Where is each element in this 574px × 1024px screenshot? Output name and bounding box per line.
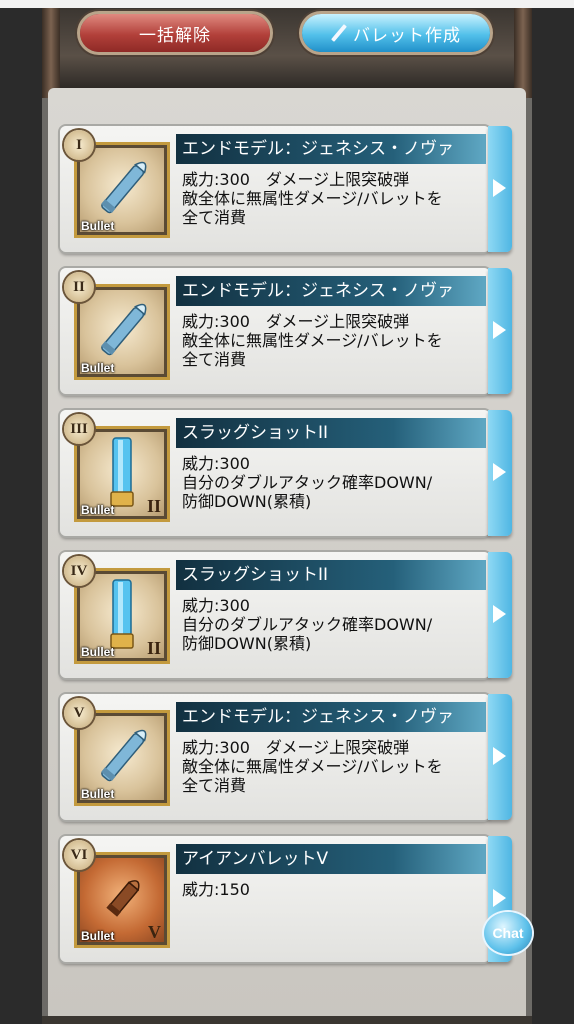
play-arrow-icon (493, 889, 506, 907)
bullet-name: アイアンバレットV (176, 844, 486, 874)
play-arrow-icon (493, 463, 506, 481)
slot-numeral-badge: IV (64, 556, 94, 586)
slot-numeral-badge: II (64, 272, 94, 302)
slot-numeral-badge: I (64, 130, 94, 160)
bullet-rank-label: II (146, 496, 161, 516)
bullet-type-label: Bullet (81, 929, 115, 943)
bullet-description: 威力:300 ダメージ上限突破弾 敵全体に無属性ダメージ/バレットを 全て消費 (182, 170, 443, 227)
release-all-button[interactable]: 一括解除 (80, 14, 270, 52)
bullet-type-label: Bullet (81, 219, 115, 233)
bullet-description: 威力:300 自分のダブルアタック確率DOWN/ 防御DOWN(累積) (182, 454, 433, 511)
pen-icon (331, 25, 347, 41)
bullet-rank-label: II (146, 638, 161, 658)
bullet-description: 威力:300 ダメージ上限突破弾 敵全体に無属性ダメージ/バレットを 全て消費 (182, 738, 443, 795)
slot-numeral-badge: V (64, 698, 94, 728)
bullet-name: スラッグショットII (176, 560, 486, 590)
chat-button[interactable]: Chat (484, 912, 532, 954)
pallet-card-1[interactable]: Bullet I エンドモデル：ジェネシス・ノヴァ威力:300 ダメージ上限突破弾 … (60, 126, 512, 252)
pallet-card-3[interactable]: Bullet II III スラッグショットII 威力:300 自分のダブルアタック確率… (60, 410, 512, 536)
slot-numeral-badge: III (64, 414, 94, 444)
play-arrow-icon (493, 605, 506, 623)
play-arrow-icon (493, 747, 506, 765)
bullet-rank-label: V (148, 922, 161, 942)
slot-numeral-badge: VI (64, 840, 94, 870)
bullet-name: エンドモデル：ジェネシス・ノヴァ (176, 276, 486, 306)
pallet-card-4[interactable]: Bullet II IV スラッグショットII 威力:300 自分のダブルアタック確率D… (60, 552, 512, 678)
status-strip (0, 0, 574, 8)
pallet-card-5[interactable]: Bullet V エンドモデル：ジェネシス・ノヴァ威力:300 ダメージ上限突破弾 … (60, 694, 512, 820)
bullet-type-label: Bullet (81, 787, 115, 801)
bottom-bar (42, 1016, 532, 1024)
pallet-card-2[interactable]: Bullet II エンドモデル：ジェネシス・ノヴァ威力:300 ダメージ上限突破弾… (60, 268, 512, 394)
bullet-name: エンドモデル：ジェネシス・ノヴァ (176, 134, 486, 164)
bullet-description: 威力:300 ダメージ上限突破弾 敵全体に無属性ダメージ/バレットを 全て消費 (182, 312, 443, 369)
play-arrow-icon (493, 321, 506, 339)
bullet-description: 威力:300 自分のダブルアタック確率DOWN/ 防御DOWN(累積) (182, 596, 433, 653)
bullet-type-label: Bullet (81, 361, 115, 375)
card-detail-tab[interactable] (488, 694, 512, 820)
card-detail-tab[interactable] (488, 410, 512, 536)
release-all-label: 一括解除 (139, 25, 211, 46)
frame-post-right (514, 8, 532, 98)
bullet-name: スラッグショットII (176, 418, 486, 448)
bullet-name: エンドモデル：ジェネシス・ノヴァ (176, 702, 486, 732)
frame-post-left (42, 8, 60, 98)
bullet-type-label: Bullet (81, 503, 115, 517)
create-pallet-button[interactable]: バレット作成 (302, 14, 490, 52)
card-detail-tab[interactable] (488, 552, 512, 678)
create-pallet-label: バレット作成 (353, 25, 461, 46)
pallet-card-6[interactable]: Bullet V VI アイアンバレットV 威力:150 (60, 836, 512, 962)
bullet-type-label: Bullet (81, 645, 115, 659)
chat-label: Chat (492, 925, 524, 941)
card-detail-tab[interactable] (488, 126, 512, 252)
play-arrow-icon (493, 179, 506, 197)
card-detail-tab[interactable] (488, 268, 512, 394)
bullet-description: 威力:150 (182, 880, 250, 899)
